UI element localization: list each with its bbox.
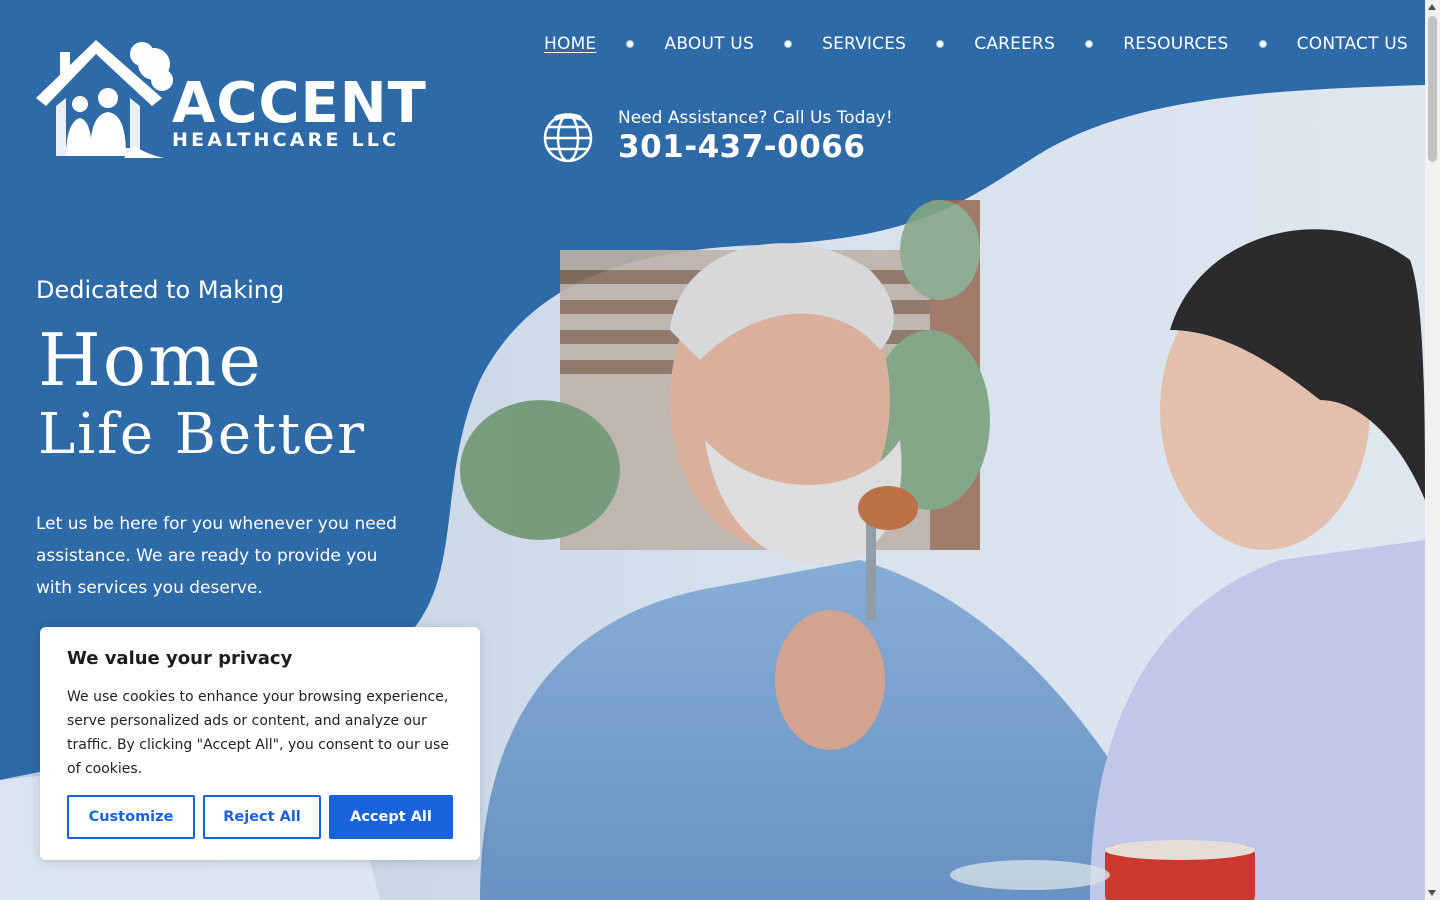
call-label: Need Assistance? Call Us Today! (618, 108, 893, 128)
nav-contact-us[interactable]: CONTACT US (1297, 33, 1408, 55)
cookie-title: We value your privacy (67, 648, 293, 669)
main-nav: HOME ABOUT US SERVICES CAREERS RESOURCES… (544, 33, 1408, 55)
nav-separator-dot (1258, 40, 1267, 48)
cookie-body: We use cookies to enhance your browsing … (67, 689, 449, 777)
nav-careers[interactable]: CAREERS (974, 33, 1055, 55)
logo[interactable]: ACCENT HEALTHCARE LLC (34, 36, 434, 162)
nav-separator-dot (784, 40, 793, 48)
page-scrollbar[interactable] (1425, 0, 1440, 900)
accept-all-button[interactable]: Accept All (329, 795, 453, 839)
scrollbar-thumb[interactable] (1428, 16, 1437, 162)
logo-subtitle: HEALTHCARE LLC (172, 129, 400, 151)
nav-home[interactable]: HOME (544, 33, 596, 55)
page: ACCENT HEALTHCARE LLC HOME ABOUT US SERV… (0, 0, 1425, 900)
phone-contact: Need Assistance? Call Us Today! 301-437-… (542, 107, 893, 165)
logo-wordmark: ACCENT (172, 71, 427, 136)
nav-services[interactable]: SERVICES (822, 33, 906, 55)
customize-button[interactable]: Customize (67, 795, 195, 839)
scroll-up-arrow-icon[interactable] (1428, 4, 1436, 10)
hero-heading-line2: Life Better (38, 402, 366, 467)
hero-lead-text: Let us be here for you whenever you need… (36, 514, 397, 598)
reject-all-button[interactable]: Reject All (203, 795, 321, 839)
hero-heading-line1: Home (38, 318, 264, 402)
phone-number-link[interactable]: 301-437-0066 (618, 129, 893, 165)
nav-separator-dot (936, 40, 945, 48)
nav-separator-dot (626, 40, 635, 48)
scroll-down-arrow-icon[interactable] (1428, 890, 1436, 896)
nav-resources[interactable]: RESOURCES (1123, 33, 1228, 55)
hero-eyebrow: Dedicated to Making (36, 276, 285, 304)
cookie-consent-banner: We value your privacy We use cookies to … (40, 627, 480, 860)
nav-separator-dot (1085, 40, 1094, 48)
cookie-actions: Customize Reject All Accept All (67, 795, 453, 839)
phone-globe-icon (543, 113, 593, 162)
nav-about-us[interactable]: ABOUT US (665, 33, 754, 55)
